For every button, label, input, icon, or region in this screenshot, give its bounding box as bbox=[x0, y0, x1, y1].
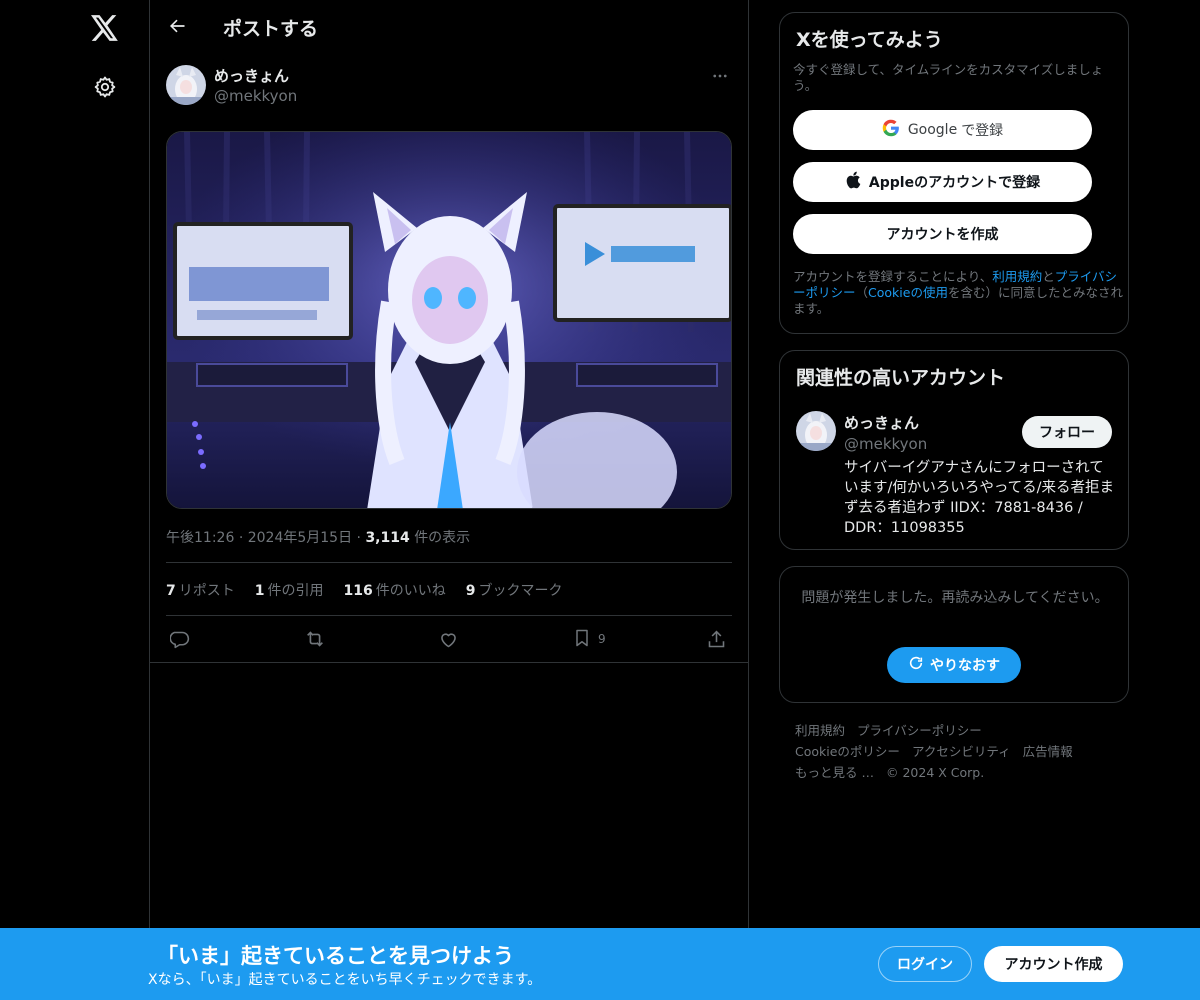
divider bbox=[166, 562, 732, 563]
author-handle[interactable]: @mekkyon bbox=[214, 87, 297, 105]
apple-icon bbox=[845, 171, 861, 193]
page-title: ポストする bbox=[223, 18, 319, 40]
signup-subtitle: 今すぐ登録して、タイムラインをカスタマイズしましょう。 bbox=[793, 62, 1104, 93]
page: ポストする めっきょん @mekkyon 午後11:26 · 2024年5月15… bbox=[0, 0, 1200, 1000]
reposts-stat[interactable]: 7 リポスト bbox=[166, 580, 235, 600]
banner-subtitle: Xなら、「いま」起きていることをいち早くチェックできます。 bbox=[148, 972, 542, 988]
follow-button[interactable]: フォロー bbox=[1022, 416, 1112, 448]
reply-icon[interactable] bbox=[170, 624, 191, 654]
error-message: 問題が発生しました。再読み込みしてください。 bbox=[801, 590, 1109, 606]
signup-card: Xを使ってみよう 今すぐ登録して、タイムラインをカスタマイズしましょう。 Goo… bbox=[779, 12, 1129, 334]
related-title: 関連性の高いアカウント bbox=[796, 367, 1006, 389]
banner-title: 「いま」起きていることを見つけよう bbox=[157, 944, 514, 968]
avatar[interactable] bbox=[166, 65, 206, 105]
avatar[interactable] bbox=[796, 411, 836, 451]
post-header: ポストする bbox=[150, 0, 748, 53]
author-name[interactable]: めっきょん bbox=[214, 65, 289, 86]
bookmark-action[interactable]: 9 bbox=[572, 624, 606, 654]
signup-banner: 「いま」起きていることを見つけよう Xなら、「いま」起きていることをいち早くチェ… bbox=[0, 928, 1200, 1000]
create-account-button[interactable]: アカウントを作成 bbox=[793, 214, 1092, 254]
google-icon bbox=[882, 119, 900, 141]
related-account-handle[interactable]: @mekkyon bbox=[844, 435, 927, 453]
copyright: © 2024 X Corp. bbox=[885, 765, 985, 780]
bookmark-count: 9 bbox=[598, 632, 606, 646]
related-account-bio: サイバーイグアナさんにフォローされています/何かいろいろやってる/来る者拒まず去… bbox=[844, 460, 1115, 536]
share-icon[interactable] bbox=[706, 624, 727, 654]
google-signup-label: で登録 bbox=[961, 123, 1004, 139]
main-column: ポストする めっきょん @mekkyon 午後11:26 · 2024年5月15… bbox=[149, 0, 749, 1000]
signup-legal-text: アカウントを登録することにより、利用規約とプライバシーポリシー（Cookieの使… bbox=[793, 269, 1123, 317]
banner-signup-button[interactable]: アカウント作成 bbox=[984, 946, 1123, 982]
footer-link[interactable]: 広告情報 bbox=[1023, 741, 1073, 762]
related-account-name[interactable]: めっきょん bbox=[844, 412, 919, 433]
apple-signup-button[interactable]: Appleのアカウントで登録 bbox=[793, 162, 1092, 202]
google-signup-button[interactable]: Google で登録 bbox=[793, 110, 1092, 150]
cookie-link[interactable]: Cookieの使用 bbox=[868, 285, 948, 300]
x-logo-icon[interactable] bbox=[81, 4, 129, 52]
more-options-icon[interactable] bbox=[708, 64, 732, 88]
post-meta: 午後11:26 · 2024年5月15日 · 3,114 件の表示 bbox=[166, 530, 471, 546]
refresh-icon bbox=[908, 655, 924, 675]
footer-link[interactable]: もっと見る … bbox=[795, 762, 874, 783]
quotes-stat[interactable]: 1 件の引用 bbox=[255, 580, 324, 600]
gear-icon[interactable] bbox=[81, 63, 129, 111]
bookmarks-stat[interactable]: 9 ブックマーク bbox=[466, 580, 563, 600]
apple-signup-label: Appleのアカウントで登録 bbox=[868, 175, 1041, 191]
bookmark-icon bbox=[572, 628, 592, 651]
post-author: めっきょん @mekkyon bbox=[166, 64, 732, 108]
post-actions: 9 bbox=[166, 624, 732, 654]
login-button[interactable]: ログイン bbox=[878, 946, 972, 982]
footer-link[interactable]: プライバシーポリシー bbox=[857, 720, 982, 741]
legal-and: と bbox=[1042, 269, 1055, 284]
like-icon[interactable] bbox=[438, 624, 459, 654]
likes-stat[interactable]: 116 件のいいね bbox=[344, 580, 446, 600]
create-account-label: アカウントを作成 bbox=[886, 227, 999, 243]
related-accounts-card: 関連性の高いアカウント めっきょん @mekkyon フォロー サイバーイグアナ… bbox=[779, 350, 1129, 550]
left-nav bbox=[0, 0, 150, 1000]
footer-link[interactable]: アクセシビリティ bbox=[912, 741, 1011, 762]
post-date[interactable]: 2024年5月15日 bbox=[248, 530, 352, 546]
divider bbox=[150, 662, 748, 663]
footer-links: 利用規約 プライバシーポリシー Cookieのポリシー アクセシビリティ 広告情報 も… bbox=[795, 720, 1115, 783]
legal-prefix: アカウントを登録することにより、 bbox=[793, 269, 993, 284]
divider bbox=[166, 615, 732, 616]
views-count: 3,114 bbox=[365, 530, 410, 546]
retry-label: やりなおす bbox=[930, 658, 1000, 674]
retry-button[interactable]: やりなおす bbox=[887, 647, 1021, 683]
footer-link[interactable]: 利用規約 bbox=[795, 720, 845, 741]
post-stats: 7 リポスト 1 件の引用 116 件のいいね 9 ブックマーク bbox=[166, 580, 562, 600]
back-arrow-icon[interactable] bbox=[160, 9, 194, 43]
error-card: 問題が発生しました。再読み込みしてください。 やりなおす bbox=[779, 566, 1129, 703]
google-signup-brand: Google bbox=[907, 122, 958, 138]
terms-link[interactable]: 利用規約 bbox=[992, 269, 1042, 284]
post-media-image[interactable] bbox=[166, 131, 732, 509]
post-time[interactable]: 午後11:26 bbox=[166, 530, 234, 546]
footer-link[interactable]: Cookieのポリシー bbox=[795, 741, 900, 762]
legal-paren: （ bbox=[855, 285, 869, 300]
signup-title: Xを使ってみよう bbox=[796, 29, 943, 51]
repost-icon[interactable] bbox=[304, 624, 326, 654]
views-label: 件の表示 bbox=[414, 530, 471, 546]
